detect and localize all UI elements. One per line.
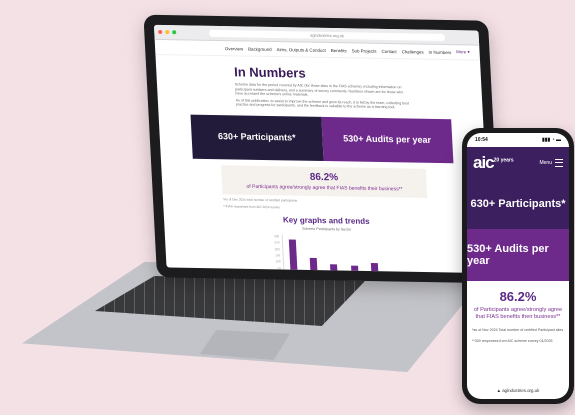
chart-y-tick: 100 [275,259,281,264]
menu-button[interactable]: Menu [539,159,563,167]
chart-y-tick: 0 [269,272,281,273]
chart-y-tick: 50 [277,265,281,271]
phone-site-header: aic20 years Menu [467,147,569,179]
laptop-screen: agindustries.org.uk Overview Background … [143,14,502,284]
agreement-stat-box: 86.2% of Participants agree/strongly agr… [221,165,428,198]
graphs-heading: Key graphs and trends [282,215,370,226]
chart-title: Scheme Participants by Sector [302,226,352,232]
chart-bar [350,265,359,274]
nav-item-contact[interactable]: Contact [381,48,396,53]
page-title: In Numbers [233,64,306,81]
audits-stat: 530+ Audits per year [320,116,454,164]
agreement-percent: 86.2% [309,171,339,184]
nav-item-aims[interactable]: Aims, Outputs & Conduct [276,47,325,53]
participants-stat: 630+ Participants* [190,114,324,161]
phone-agreement-text: of Participants agree/strongly agree tha… [473,307,563,320]
phone-screen: 10:54 ▮▮▮ ◔ ▬ aic20 years Menu 630+ Part… [467,133,569,399]
phone-url-bar[interactable]: ▲ agindustries.org.uk [467,388,569,393]
minimize-window-icon[interactable] [165,30,170,35]
intro-paragraph-2: As of this publication, to assist to imp… [235,98,410,110]
nav-item-overview[interactable]: Overview [225,46,244,51]
intro-paragraph: Scheme data for the period covered by AI… [234,82,404,97]
menu-label: Menu [539,160,552,166]
chart-y-axis: 300250200150100500 [267,234,281,273]
chart-y-tick: 300 [274,234,280,239]
chart-y-tick: 150 [275,253,281,258]
nav-item-challenges[interactable]: Challenges [401,49,423,54]
anniversary-badge: 20 years [493,157,514,164]
chart-y-tick: 200 [274,246,280,252]
phone-agreement-percent: 86.2% [499,289,537,304]
phone-time: 10:54 [475,137,488,143]
address-bar[interactable]: agindustries.org.uk [208,29,446,41]
aic-logo-text: aic [473,153,495,172]
participants-chart: Scheme Participants by Sector 300 250 200 1… [267,226,389,274]
nav-item-background[interactable]: Background [248,46,272,51]
footnote-2: **FIAS responses from AIC 2024 survey [223,204,280,210]
agreement-text: of Participants agree/strongly agree tha… [246,183,403,193]
chart-bar [288,239,298,274]
phone-footnote-1: *as of Nov 2024 Total number of certifie… [472,328,564,332]
phone-status-bar: 10:54 ▮▮▮ ◔ ▬ [467,133,569,147]
chart-bar [310,258,318,274]
phone-audits-stat: 530+ Audits per year [467,229,569,281]
chart-bar [370,263,379,274]
nav-item-benefits[interactable]: Benefits [331,48,347,53]
phone-participants-stat: 630+ Participants* [467,179,569,229]
chart-bars [281,234,386,274]
nav-item-sub-projects[interactable]: Sub Projects [351,48,376,53]
stats-row: 630+ Participants* 530+ Audits per year [190,114,454,164]
maximize-window-icon[interactable] [172,30,177,35]
phone-footnote-2: **300 responses from AIC scheme survey 0… [472,339,553,343]
laptop-display: agindustries.org.uk Overview Background … [153,24,492,274]
phone-agreement-box: 86.2% of Participants agree/strongly agr… [467,281,569,325]
aic-logo[interactable]: aic20 years [473,153,514,173]
close-window-icon[interactable] [158,29,163,35]
phone-signal-icons: ▮▮▮ ◔ ▬ [541,137,561,143]
chart-bar [330,263,339,274]
hamburger-icon [555,159,563,167]
nav-item-in-numbers[interactable]: In Numbers [428,49,451,54]
phone: 10:54 ▮▮▮ ◔ ▬ aic20 years Menu 630+ Part… [462,128,574,404]
nav-more-dropdown[interactable]: More ▾ [456,49,470,55]
chart-y-tick: 250 [274,240,280,245]
